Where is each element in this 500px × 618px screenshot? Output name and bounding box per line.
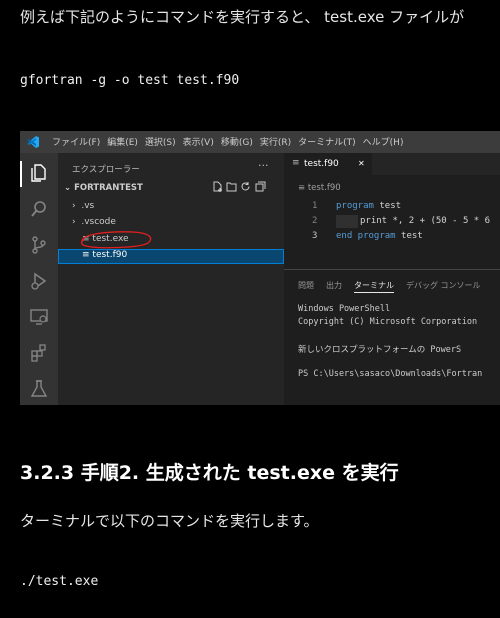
chevron-right-icon: › xyxy=(72,217,76,227)
tree-item-label: test.f90 xyxy=(92,250,128,260)
tree-item-vscode[interactable]: › .vscode xyxy=(72,217,116,227)
annotation-red-circle xyxy=(80,231,152,249)
new-file-icon[interactable] xyxy=(212,181,223,192)
intro-text: 例えば下記のようにコマンドを実行すると、 test.exe ファイルが xyxy=(20,8,465,26)
terminal-prompt[interactable]: PS C:\Users\sasaco\Downloads\Fortran xyxy=(298,369,482,379)
terminal-line: Copyright (C) Microsoft Corporation xyxy=(298,317,478,327)
workspace-folder[interactable]: ⌄ FORTRANTEST xyxy=(64,183,143,193)
line-number: 2 xyxy=(312,216,318,226)
menu-view[interactable]: 表示(V) xyxy=(183,138,214,148)
tab-label: test.f90 xyxy=(304,159,339,169)
vscode-screenshot: ファイル(F) 編集(E) 選択(S) 表示(V) 移動(G) 実行(R) ターミナル(T)… xyxy=(20,131,500,405)
terminal-line: 新しいクロスプラットフォームの PowerS xyxy=(298,345,462,355)
tab-debug-console[interactable]: デバッグ コンソール xyxy=(406,281,481,290)
editor-area: ≡ test.f90 ✕ ≡ test.f90 1 2 3 program te… xyxy=(284,153,500,405)
remote-explorer-icon[interactable] xyxy=(29,307,49,327)
search-icon[interactable] xyxy=(29,199,49,219)
refresh-icon[interactable] xyxy=(240,181,251,192)
menu-run[interactable]: 実行(R) xyxy=(260,138,291,148)
tab-test-f90[interactable]: ≡ test.f90 ✕ xyxy=(284,153,372,175)
title-bar: ファイル(F) 編集(E) 選択(S) 表示(V) 移動(G) 実行(R) ターミナル(T)… xyxy=(20,131,500,153)
tree-item-test-f90[interactable]: ≡ test.f90 xyxy=(82,250,127,260)
line-number: 1 xyxy=(312,201,318,211)
code-line-1[interactable]: program test xyxy=(336,201,401,211)
tree-item-label: .vscode xyxy=(81,217,116,227)
new-folder-icon[interactable] xyxy=(226,181,237,192)
explorer-toolbar xyxy=(212,181,266,195)
tree-item-label: .vs xyxy=(81,201,95,211)
file-lines-icon: ≡ xyxy=(298,183,306,193)
chevron-right-icon: › xyxy=(72,201,76,211)
explorer-files-icon[interactable] xyxy=(29,163,49,183)
tab-problems[interactable]: 問題 xyxy=(298,281,314,290)
menu-edit[interactable]: 編集(E) xyxy=(107,138,138,148)
chevron-down-icon: ⌄ xyxy=(64,183,72,193)
command-block-run: ./test.exe xyxy=(20,574,99,589)
code-line-2[interactable]: print *, 2 + (50 - 5 * 6 xyxy=(360,216,490,226)
bottom-panel: 問題 出力 ターミナル デバッグ コンソール Windows PowerShell C… xyxy=(284,269,500,405)
run-debug-icon[interactable] xyxy=(29,271,49,291)
collapse-all-icon[interactable] xyxy=(255,181,266,192)
menu-selection[interactable]: 選択(S) xyxy=(145,138,176,148)
menu-go[interactable]: 移動(G) xyxy=(221,138,253,148)
menu-terminal[interactable]: ターミナル(T) xyxy=(298,138,356,148)
file-lines-icon: ≡ xyxy=(292,158,300,168)
explorer-title: エクスプローラー xyxy=(72,165,140,175)
code-line-3[interactable]: end program test xyxy=(336,231,423,241)
tree-item-vs[interactable]: › .vs xyxy=(72,201,94,211)
extensions-icon[interactable] xyxy=(29,343,49,363)
indent-guide xyxy=(336,215,358,228)
vscode-logo-icon xyxy=(27,136,39,148)
menu-file[interactable]: ファイル(F) xyxy=(52,138,100,148)
panel-tabs: 問題 出力 ターミナル デバッグ コンソール xyxy=(298,280,493,293)
menu-help[interactable]: ヘルプ(H) xyxy=(363,138,404,148)
tab-output[interactable]: 出力 xyxy=(326,281,342,290)
tab-terminal[interactable]: ターミナル xyxy=(354,281,394,293)
command-block-compile: gfortran -g -o test test.f90 xyxy=(20,73,240,88)
testing-flask-icon[interactable] xyxy=(29,379,49,399)
breadcrumb: ≡ test.f90 xyxy=(298,183,341,193)
terminal-line: Windows PowerShell xyxy=(298,304,391,314)
folder-name: FORTRANTEST xyxy=(74,183,143,193)
line-number: 3 xyxy=(312,231,318,241)
activity-bar xyxy=(20,153,58,405)
tab-bar: ≡ test.f90 ✕ xyxy=(284,153,500,175)
source-control-icon[interactable] xyxy=(29,235,49,255)
close-icon[interactable]: ✕ xyxy=(358,159,365,168)
breadcrumb-file[interactable]: test.f90 xyxy=(308,183,341,193)
section-heading: 3.2.3 手順2. 生成された test.exe を実行 xyxy=(20,462,399,484)
menu-bar: ファイル(F) 編集(E) 選択(S) 表示(V) 移動(G) 実行(R) ターミナル(T)… xyxy=(52,135,410,148)
file-lines-icon: ≡ xyxy=(82,250,90,260)
instruction-text: ターミナルで以下のコマンドを実行します。 xyxy=(20,512,319,530)
explorer-sidebar: エクスプローラー ··· ⌄ FORTRANTEST › .vs › .vsco… xyxy=(58,153,284,405)
more-actions-button[interactable]: ··· xyxy=(258,159,269,172)
